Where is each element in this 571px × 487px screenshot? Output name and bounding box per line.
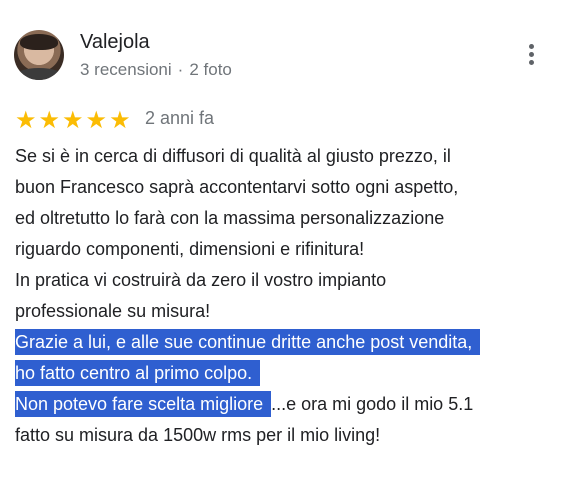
photo-count: 2 foto bbox=[189, 60, 232, 79]
selected-text: ho fatto centro al primo colpo. bbox=[15, 360, 261, 386]
meta-separator: · bbox=[177, 60, 184, 79]
review-line: riguardo componenti, dimensioni e rifini… bbox=[15, 239, 365, 259]
review-line: Non potevo fare scelta migliore ...e ora … bbox=[15, 389, 565, 420]
review-line: Se si è in cerca di diffusori di qualità… bbox=[15, 146, 451, 166]
avatar-hair bbox=[20, 34, 58, 50]
review-line: ed oltretutto lo farà con la massima per… bbox=[15, 208, 445, 228]
selected-text: Non potevo fare scelta migliore bbox=[15, 391, 272, 417]
star-icon: ★ bbox=[15, 106, 37, 134]
reviewer-avatar[interactable] bbox=[14, 30, 64, 80]
review-line: ho fatto centro al primo colpo. bbox=[15, 358, 565, 389]
review-date: 2 anni fa bbox=[145, 108, 215, 128]
star-rating: ★ ★ ★ ★ ★ bbox=[15, 107, 133, 133]
reviewer-name[interactable]: Valejola bbox=[80, 31, 150, 54]
review-text: Se si è in cerca di diffusori di qualità… bbox=[15, 141, 565, 451]
more-vert-icon[interactable] bbox=[524, 44, 538, 70]
avatar-shirt bbox=[14, 68, 64, 80]
review-count: 3 recensioni bbox=[80, 60, 172, 79]
menu-dot bbox=[529, 52, 534, 57]
review-line: In pratica vi costruirà da zero il vostr… bbox=[15, 270, 387, 290]
star-icon: ★ bbox=[62, 106, 84, 134]
review-text-fragment: ...e ora mi godo il mio 5.1 bbox=[271, 394, 474, 414]
star-icon: ★ bbox=[85, 106, 108, 134]
reviewer-meta: 3 recensioni · 2 foto bbox=[80, 60, 232, 80]
menu-dot bbox=[529, 44, 534, 49]
star-icon: ★ bbox=[38, 106, 61, 134]
star-icon: ★ bbox=[109, 106, 131, 134]
review-line: Grazie a lui, e alle sue continue dritte… bbox=[15, 327, 565, 358]
review-line: buon Francesco saprà accontentarvi sotto… bbox=[15, 177, 459, 197]
review-line: professionale su misura! bbox=[15, 301, 211, 321]
review-line: fatto su misura da 1500w rms per il mio … bbox=[15, 425, 381, 445]
menu-dot bbox=[529, 60, 534, 65]
selected-text: Grazie a lui, e alle sue continue dritte… bbox=[15, 329, 481, 355]
